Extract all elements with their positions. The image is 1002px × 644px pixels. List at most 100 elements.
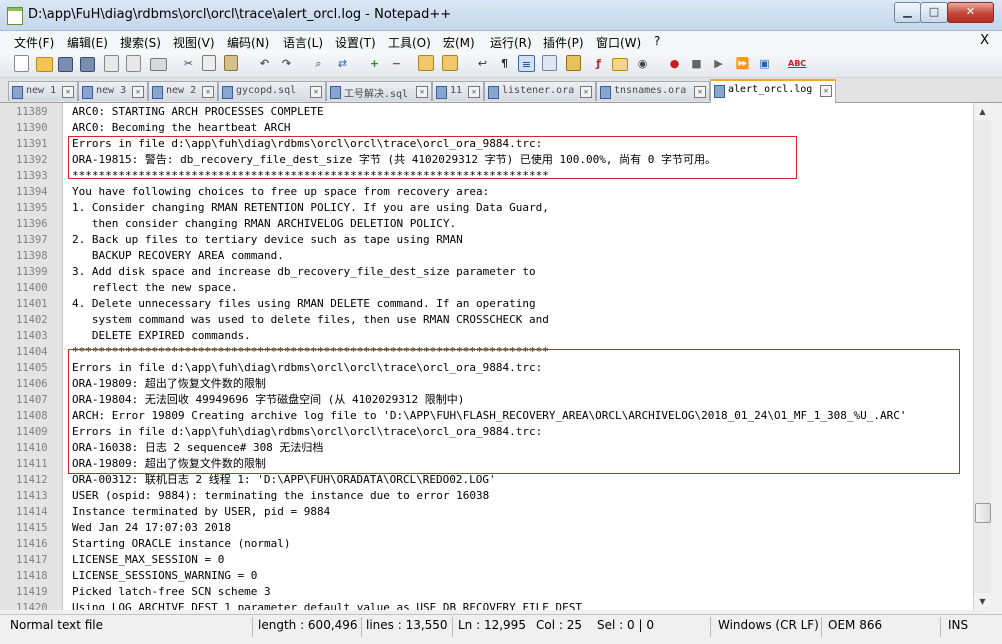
close-window-button[interactable]: ✕ xyxy=(947,2,994,23)
text-editor[interactable]: 11389 ARC0: STARTING ARCH PROCESSES COMPL… xyxy=(0,103,973,610)
spell-check-icon[interactable]: ABC xyxy=(788,55,806,72)
code-line[interactable]: 11390 ARC0: Becoming the heartbeat ARCH xyxy=(0,120,973,136)
code-line[interactable]: 11414 Instance terminated by USER, pid = … xyxy=(0,504,973,520)
close-document-button[interactable]: X xyxy=(980,33,989,48)
cut-icon[interactable]: ✂ xyxy=(180,55,197,72)
save-macro-icon[interactable]: ▣ xyxy=(756,55,773,72)
menu-plugins[interactable]: 插件(P) xyxy=(543,34,584,51)
tab-close-icon[interactable]: ✕ xyxy=(310,86,322,98)
menu-view[interactable]: 视图(V) xyxy=(173,34,215,51)
tab-close-icon[interactable]: ✕ xyxy=(468,86,480,98)
tab-close-icon[interactable]: ✕ xyxy=(694,86,706,98)
menu-help[interactable]: ? xyxy=(654,34,660,48)
code-line[interactable]: 11420 Using LOG_ARCHIVE_DEST_1 parameter … xyxy=(0,600,973,610)
line-text[interactable]: Wed Jan 24 17:07:03 2018 xyxy=(72,520,231,536)
line-text[interactable]: USER (ospid: 9884): terminating the inst… xyxy=(72,488,489,504)
paste-icon[interactable] xyxy=(224,55,238,71)
replace-icon[interactable]: ⇄ xyxy=(334,55,351,72)
tab-listener-ora[interactable]: listener.ora ✕ xyxy=(484,81,596,101)
tab-close-icon[interactable]: ✕ xyxy=(580,86,592,98)
line-text[interactable]: reflect the new space. xyxy=(72,280,238,296)
show-all-chars-icon[interactable]: ¶ xyxy=(496,55,513,72)
line-text[interactable]: Picked latch-free SCN scheme 3 xyxy=(72,584,271,600)
tab-close-icon[interactable]: ✕ xyxy=(820,85,832,97)
new-file-icon[interactable] xyxy=(14,55,29,72)
stop-record-icon[interactable]: ■ xyxy=(688,55,705,72)
code-line[interactable]: 11412 ORA-00312: 联机日志 2 线程 1: 'D:\APP\FUH… xyxy=(0,472,973,488)
tab-new-3[interactable]: new 3 ✕ xyxy=(78,81,148,101)
code-line[interactable]: 11417 LICENSE_MAX_SESSION = 0 xyxy=(0,552,973,568)
run-macro-multiple-icon[interactable]: ⏩ xyxy=(734,55,751,72)
code-line[interactable]: 11395 1. Consider changing RMAN RETENTION… xyxy=(0,200,973,216)
tab-tnsnames-ora[interactable]: tnsnames.ora ✕ xyxy=(596,81,710,101)
line-text[interactable]: BACKUP RECOVERY AREA command. xyxy=(72,248,284,264)
folder-workspace-icon[interactable]: ƒ xyxy=(590,55,607,72)
sync-horizontal-icon[interactable] xyxy=(442,55,458,71)
zoom-in-icon[interactable]: + xyxy=(366,55,383,72)
find-icon[interactable]: ⌕ xyxy=(310,55,327,72)
tab-new-1[interactable]: new 1 ✕ xyxy=(8,81,78,101)
code-line[interactable]: 11397 2. Back up files to tertiary device… xyxy=(0,232,973,248)
line-text[interactable]: ORA-00312: 联机日志 2 线程 1: 'D:\APP\FUH\ORAD… xyxy=(72,472,496,488)
save-icon[interactable] xyxy=(58,57,73,72)
code-line[interactable]: 11415 Wed Jan 24 17:07:03 2018 xyxy=(0,520,973,536)
code-line[interactable]: 11398 BACKUP RECOVERY AREA command. xyxy=(0,248,973,264)
line-text[interactable]: Using LOG_ARCHIVE_DEST_1 parameter defau… xyxy=(72,600,582,610)
close-all-icon[interactable] xyxy=(126,55,141,72)
print-icon[interactable] xyxy=(150,58,167,71)
menu-macro[interactable]: 宏(M) xyxy=(443,34,475,51)
code-line[interactable]: 11389 ARC0: STARTING ARCH PROCESSES COMPL… xyxy=(0,104,973,120)
scroll-up-arrow[interactable]: ▲ xyxy=(974,103,991,120)
zoom-out-icon[interactable]: − xyxy=(388,55,405,72)
menu-search[interactable]: 搜索(S) xyxy=(120,34,161,51)
close-file-icon[interactable] xyxy=(104,55,119,72)
line-text[interactable]: DELETE EXPIRED commands. xyxy=(72,328,251,344)
menu-language[interactable]: 语言(L) xyxy=(283,34,323,51)
code-line[interactable]: 11418 LICENSE_SESSIONS_WARNING = 0 xyxy=(0,568,973,584)
menu-encoding[interactable]: 编码(N) xyxy=(227,34,269,51)
code-line[interactable]: 11403 DELETE EXPIRED commands. xyxy=(0,328,973,344)
line-text[interactable]: then consider changing RMAN ARCHIVELOG D… xyxy=(72,216,456,232)
line-text[interactable]: ARC0: STARTING ARCH PROCESSES COMPLETE xyxy=(72,104,324,120)
line-text[interactable]: LICENSE_MAX_SESSION = 0 xyxy=(72,552,224,568)
code-line[interactable]: 11396 then consider changing RMAN ARCHIV… xyxy=(0,216,973,232)
vertical-scrollbar[interactable]: ▲ ▼ xyxy=(973,103,991,610)
line-text[interactable]: You have following choices to free up sp… xyxy=(72,184,489,200)
minimize-button[interactable]: ▁ xyxy=(894,2,921,23)
line-text[interactable]: Instance terminated by USER, pid = 9884 xyxy=(72,504,330,520)
save-all-icon[interactable] xyxy=(80,57,95,72)
document-map-icon[interactable] xyxy=(542,55,557,71)
tab-close-icon[interactable]: ✕ xyxy=(132,86,144,98)
menu-file[interactable]: 文件(F) xyxy=(14,34,54,51)
function-list-icon[interactable] xyxy=(566,55,581,71)
scrollbar-thumb[interactable] xyxy=(975,503,991,523)
code-line[interactable]: 11400 reflect the new space. xyxy=(0,280,973,296)
eye-icon[interactable]: ◉ xyxy=(634,55,651,72)
word-wrap-icon[interactable]: ↩ xyxy=(474,55,491,72)
menu-settings[interactable]: 设置(T) xyxy=(335,34,376,51)
redo-icon[interactable]: ↷ xyxy=(278,55,295,72)
code-line[interactable]: 11394 You have following choices to free … xyxy=(0,184,973,200)
line-text[interactable]: LICENSE_SESSIONS_WARNING = 0 xyxy=(72,568,257,584)
line-text[interactable]: 2. Back up files to tertiary device such… xyxy=(72,232,463,248)
line-text[interactable]: 4. Delete unnecessary files using RMAN D… xyxy=(72,296,536,312)
code-line[interactable]: 11399 3. Add disk space and increase db_r… xyxy=(0,264,973,280)
open-file-icon[interactable] xyxy=(36,57,53,72)
sync-vertical-icon[interactable] xyxy=(418,55,434,71)
tab-close-icon[interactable]: ✕ xyxy=(202,86,214,98)
line-text[interactable]: ARC0: Becoming the heartbeat ARCH xyxy=(72,120,291,136)
code-line[interactable]: 11401 4. Delete unnecessary files using R… xyxy=(0,296,973,312)
tab-11[interactable]: 11 ✕ xyxy=(432,81,484,101)
tab-gycopd-sql[interactable]: gycopd.sql ✕ xyxy=(218,81,326,101)
tab-gonghao-sql[interactable]: 工号解决.sql ✕ xyxy=(326,81,432,101)
scroll-down-arrow[interactable]: ▼ xyxy=(974,593,991,610)
line-text[interactable]: system command was used to delete files,… xyxy=(72,312,549,328)
tab-new-2[interactable]: new 2 ✕ xyxy=(148,81,218,101)
code-line[interactable]: 11413 USER (ospid: 9884): terminating the… xyxy=(0,488,973,504)
menu-tools[interactable]: 工具(O) xyxy=(388,34,431,51)
copy-icon[interactable] xyxy=(202,55,216,71)
line-text[interactable]: 3. Add disk space and increase db_recove… xyxy=(72,264,536,280)
tab-alert-orcl-log[interactable]: alert_orcl.log ✕ xyxy=(710,79,836,103)
monitoring-icon[interactable] xyxy=(612,58,628,71)
tab-close-icon[interactable]: ✕ xyxy=(416,86,428,98)
